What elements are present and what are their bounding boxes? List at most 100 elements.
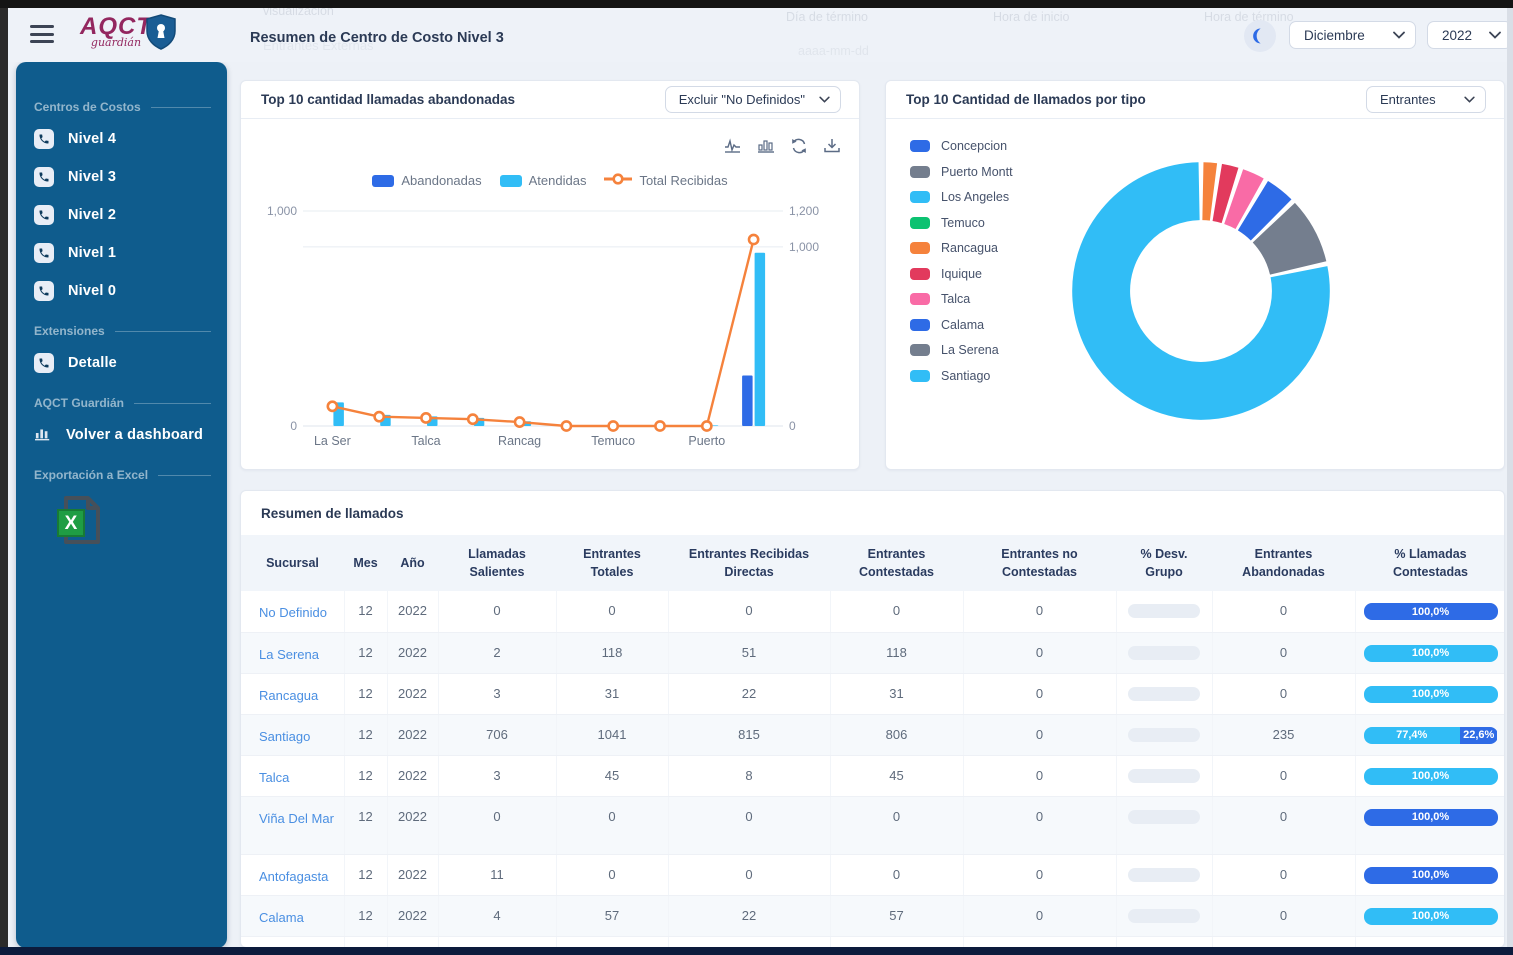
- summary-table-card: Resumen de llamados SucursalMesAñoLlamad…: [240, 490, 1505, 948]
- column-header: % Llamadas Contestadas: [1355, 535, 1505, 591]
- legend-swatch: [910, 293, 930, 305]
- calls-by-type-donut-chart[interactable]: [1061, 151, 1341, 431]
- donut-legend-item-temuco[interactable]: Temuco: [910, 216, 1013, 230]
- line-marker[interactable]: [655, 421, 664, 430]
- line-chart-icon[interactable]: [724, 137, 742, 155]
- sucursal-link[interactable]: Santiago: [241, 714, 344, 755]
- abandoned-calls-bar-chart[interactable]: 1,00001,2001,0000La SerTalcaRancagTemuco…: [257, 197, 843, 459]
- donut-legend-item-talca[interactable]: Talca: [910, 292, 1013, 306]
- donut-slice-talca[interactable]: [1234, 197, 1250, 204]
- legend-item-atendidas[interactable]: Atendidas: [500, 173, 587, 188]
- bar-abandonadas[interactable]: [742, 375, 753, 426]
- donut-legend-item-puerto-montt[interactable]: Puerto Montt: [910, 165, 1013, 179]
- sucursal-link[interactable]: Calama: [241, 895, 344, 936]
- ghost-text: Hora de inicio: [993, 10, 1069, 24]
- line-marker[interactable]: [421, 413, 430, 422]
- table-cell: 3: [438, 673, 556, 714]
- legend-label: Concepcion: [941, 139, 1007, 153]
- table-cell: 0: [438, 796, 556, 854]
- axis-tick-label: Temuco: [591, 434, 635, 448]
- donut-legend-item-iquique[interactable]: Iquique: [910, 267, 1013, 281]
- table-row: Antofagasta1220221100000100,0%: [241, 854, 1505, 895]
- legend-label: La Serena: [941, 343, 999, 357]
- legend-item-total-recibidas[interactable]: Total Recibidas: [604, 173, 727, 188]
- donut-slice-calama[interactable]: [1253, 206, 1271, 220]
- legend-swatch: [910, 166, 930, 178]
- excel-export-icon[interactable]: X: [54, 492, 106, 548]
- sucursal-link[interactable]: Rancagua: [241, 673, 344, 714]
- sidebar-item-nivel-4[interactable]: Nivel 4: [32, 120, 211, 158]
- chevron-down-icon: [1489, 31, 1501, 39]
- table-cell: 0: [1212, 673, 1355, 714]
- donut-slice-iquique[interactable]: [1217, 192, 1230, 195]
- ghost-text: Día de término: [786, 10, 868, 24]
- donut-slice-la-serena[interactable]: [1274, 223, 1298, 268]
- sidebar-item-nivel-3[interactable]: Nivel 3: [32, 158, 211, 196]
- donut-legend-item-concepcion[interactable]: Concepcion: [910, 139, 1013, 153]
- hamburger-menu-icon[interactable]: [30, 25, 54, 43]
- summary-table: SucursalMesAñoLlamadas SalientesEntrante…: [241, 535, 1505, 948]
- table-cell: 0: [963, 796, 1116, 854]
- sucursal-link[interactable]: No Definido: [241, 591, 344, 632]
- legend-label: Santiago: [941, 369, 990, 383]
- legend-swatch: [910, 319, 930, 331]
- sidebar-item-label: Nivel 3: [68, 169, 116, 185]
- line-marker[interactable]: [515, 417, 524, 426]
- legend-swatch: [910, 217, 930, 229]
- table-cell: 11: [438, 854, 556, 895]
- sucursal-link[interactable]: Talca: [241, 755, 344, 796]
- line-marker[interactable]: [375, 412, 384, 421]
- sidebar-item-nivel-1[interactable]: Nivel 1: [32, 234, 211, 272]
- sidebar-section-title: AQCT Guardián: [34, 396, 211, 410]
- line-marker[interactable]: [749, 235, 758, 244]
- legend-label: Iquique: [941, 267, 982, 281]
- donut-legend-item-la-serena[interactable]: La Serena: [910, 343, 1013, 357]
- chevron-down-icon: [1464, 96, 1475, 103]
- month-select[interactable]: Diciembre: [1289, 21, 1416, 49]
- phone-icon-badge: [34, 129, 54, 149]
- donut-slice-rancagua[interactable]: [1203, 191, 1214, 192]
- line-marker[interactable]: [609, 421, 618, 430]
- scrollbar-track[interactable]: [1507, 8, 1513, 948]
- year-select[interactable]: 2022: [1427, 21, 1512, 49]
- sucursal-link[interactable]: La Serena: [241, 632, 344, 673]
- sucursal-link[interactable]: Antofagasta: [241, 854, 344, 895]
- line-marker[interactable]: [468, 415, 477, 424]
- line-marker[interactable]: [562, 421, 571, 430]
- bar-atendidas[interactable]: [755, 253, 766, 426]
- download-icon[interactable]: [823, 137, 841, 155]
- moon-icon: [1250, 26, 1270, 46]
- donut-legend-item-santiago[interactable]: Santiago: [910, 369, 1013, 383]
- phone-icon: [38, 171, 50, 183]
- sucursal-link[interactable]: Viña Del Mar: [241, 796, 344, 854]
- donut-slice-santiago[interactable]: [1101, 191, 1301, 391]
- line-total-recibidas: [332, 239, 753, 426]
- dark-mode-toggle[interactable]: [1244, 20, 1276, 52]
- window-bottom-edge: [0, 947, 1513, 955]
- sidebar-item-volver-a-dashboard[interactable]: Volver a dashboard: [32, 416, 211, 454]
- sidebar-item-nivel-2[interactable]: Nivel 2: [32, 196, 211, 234]
- donut-legend-item-los-angeles[interactable]: Los Angeles: [910, 190, 1013, 204]
- column-header: Llamadas Salientes: [438, 535, 556, 591]
- page-title: Resumen de Centro de Costo Nivel 3: [250, 30, 504, 46]
- refresh-icon[interactable]: [790, 137, 808, 155]
- legend-item-abandonadas[interactable]: Abandonadas: [372, 173, 481, 188]
- table-cell: 45: [830, 755, 963, 796]
- shield-lock-icon: [146, 14, 176, 50]
- phone-icon: [38, 247, 50, 259]
- line-marker[interactable]: [328, 402, 337, 411]
- legend-label: Abandonadas: [401, 173, 481, 188]
- sidebar-item-nivel-0[interactable]: Nivel 0: [32, 272, 211, 310]
- export-excel-button[interactable]: X: [54, 492, 211, 553]
- svg-text:X: X: [65, 513, 78, 534]
- phone-icon: [38, 285, 50, 297]
- line-marker[interactable]: [702, 421, 711, 430]
- donut-legend-item-calama[interactable]: Calama: [910, 318, 1013, 332]
- column-chart-icon[interactable]: [757, 137, 775, 155]
- table-cell: 51: [668, 632, 830, 673]
- exclude-filter-select[interactable]: Excluir "No Definidos": [665, 86, 841, 113]
- axis-tick-label: Puerto: [688, 434, 725, 448]
- donut-legend-item-rancagua[interactable]: Rancagua: [910, 241, 1013, 255]
- sidebar-item-detalle[interactable]: Detalle: [32, 344, 211, 382]
- call-type-select[interactable]: Entrantes: [1366, 86, 1486, 113]
